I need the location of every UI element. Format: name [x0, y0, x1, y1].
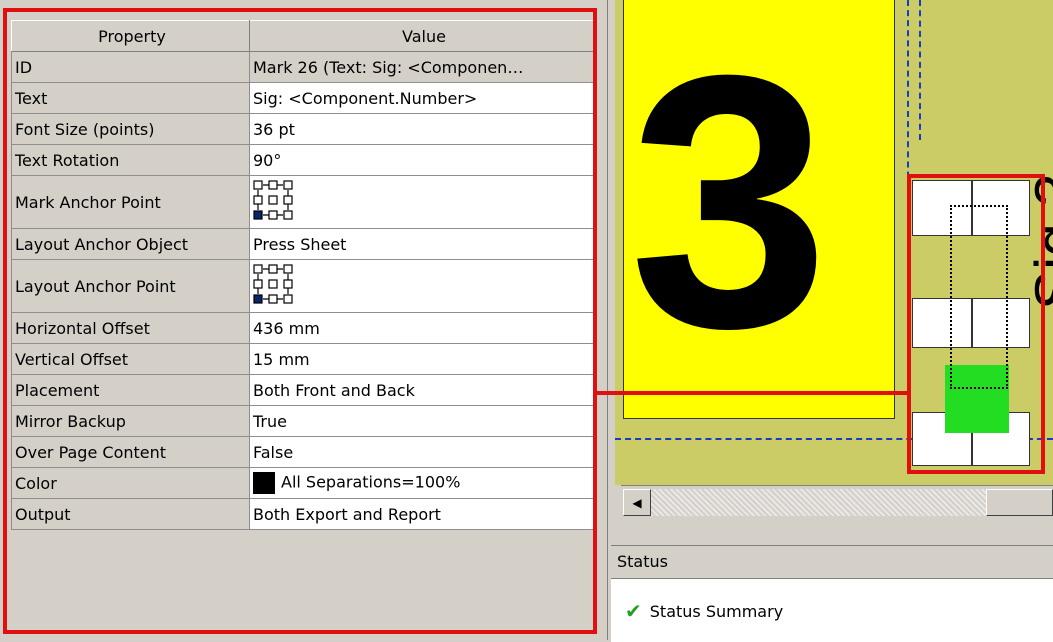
color-field[interactable]: All Separations=100%	[249, 467, 596, 499]
property-grid: Property Value ID Mark 26 (Text: Sig: <C…	[11, 20, 596, 530]
property-name: Over Page Content	[11, 436, 250, 468]
property-name: ID	[11, 51, 250, 83]
scroll-left-button[interactable]: ◀	[623, 489, 651, 516]
property-name: Mirror Backup	[11, 405, 250, 437]
page-preview: 3	[623, 0, 895, 419]
text-rotation-field[interactable]: 90°	[249, 144, 596, 176]
arrow-left-icon: ◀	[632, 495, 642, 510]
vertical-offset-field[interactable]: 15 mm	[249, 343, 596, 375]
row-text-rotation[interactable]: Text Rotation 90°	[11, 144, 596, 176]
property-name: Layout Anchor Object	[11, 228, 250, 260]
horizontal-scrollbar[interactable]: ◀	[621, 485, 1053, 518]
property-name: Text	[11, 82, 250, 114]
font-size-field[interactable]: 36 pt	[249, 113, 596, 145]
row-horizontal-offset[interactable]: Horizontal Offset 436 mm	[11, 312, 596, 344]
layout-anchor-picker[interactable]	[249, 259, 596, 313]
property-column-header[interactable]: Property	[11, 20, 250, 52]
anchor-grid-icon[interactable]	[253, 262, 293, 306]
over-page-content-field[interactable]: False	[249, 436, 596, 468]
placement-field[interactable]: Both Front and Back	[249, 374, 596, 406]
status-panel: Status ✔ Status Summary	[611, 545, 1053, 642]
property-name: Font Size (points)	[11, 113, 250, 145]
status-title: Status	[617, 552, 668, 571]
property-name: Placement	[11, 374, 250, 406]
callout-box-mark	[907, 174, 1045, 474]
property-value: Mark 26 (Text: Sig: <Componen…	[249, 51, 596, 83]
scroll-track[interactable]	[651, 489, 986, 516]
property-name: Color	[11, 467, 250, 499]
row-vertical-offset[interactable]: Vertical Offset 15 mm	[11, 343, 596, 375]
layout-anchor-object-field[interactable]: Press Sheet	[249, 228, 596, 260]
value-column-header[interactable]: Value	[249, 20, 596, 52]
page-number: 3	[629, 1, 829, 403]
mark-anchor-picker[interactable]	[249, 175, 596, 229]
horizontal-offset-field[interactable]: 436 mm	[249, 312, 596, 344]
scroll-thumb[interactable]	[986, 489, 1053, 516]
row-text[interactable]: Text Sig: <Component.Number>	[11, 82, 596, 114]
row-over-page-content[interactable]: Over Page Content False	[11, 436, 596, 468]
row-placement[interactable]: Placement Both Front and Back	[11, 374, 596, 406]
row-layout-anchor-object[interactable]: Layout Anchor Object Press Sheet	[11, 228, 596, 260]
status-list[interactable]: ✔ Status Summary	[611, 578, 1053, 642]
row-color[interactable]: Color All Separations=100%	[11, 467, 596, 499]
row-output[interactable]: Output Both Export and Report	[11, 498, 596, 530]
property-name: Text Rotation	[11, 144, 250, 176]
status-item[interactable]: ✔ Status Summary	[625, 599, 783, 623]
properties-panel: Property Value ID Mark 26 (Text: Sig: <C…	[0, 0, 607, 640]
anchor-grid-icon[interactable]	[253, 178, 293, 222]
row-mark-anchor-point[interactable]: Mark Anchor Point	[11, 175, 596, 229]
mirror-backup-field[interactable]: True	[249, 405, 596, 437]
text-value-field[interactable]: Sig: <Component.Number>	[249, 82, 596, 114]
row-mirror-backup[interactable]: Mirror Backup True	[11, 405, 596, 437]
property-name: Vertical Offset	[11, 343, 250, 375]
output-field[interactable]: Both Export and Report	[249, 498, 596, 530]
color-swatch	[253, 472, 275, 494]
guide-line	[919, 0, 921, 140]
status-item-label: Status Summary	[649, 601, 784, 621]
callout-connector	[597, 391, 907, 395]
row-font-size[interactable]: Font Size (points) 36 pt	[11, 113, 596, 145]
check-icon: ✔	[625, 599, 642, 623]
property-name: Horizontal Offset	[11, 312, 250, 344]
row-id[interactable]: ID Mark 26 (Text: Sig: <Componen…	[11, 51, 596, 83]
row-layout-anchor-point[interactable]: Layout Anchor Point	[11, 259, 596, 313]
color-value: All Separations=100%	[281, 472, 461, 492]
property-name: Output	[11, 498, 250, 530]
property-name: Layout Anchor Point	[11, 259, 250, 313]
property-name: Mark Anchor Point	[11, 175, 250, 229]
